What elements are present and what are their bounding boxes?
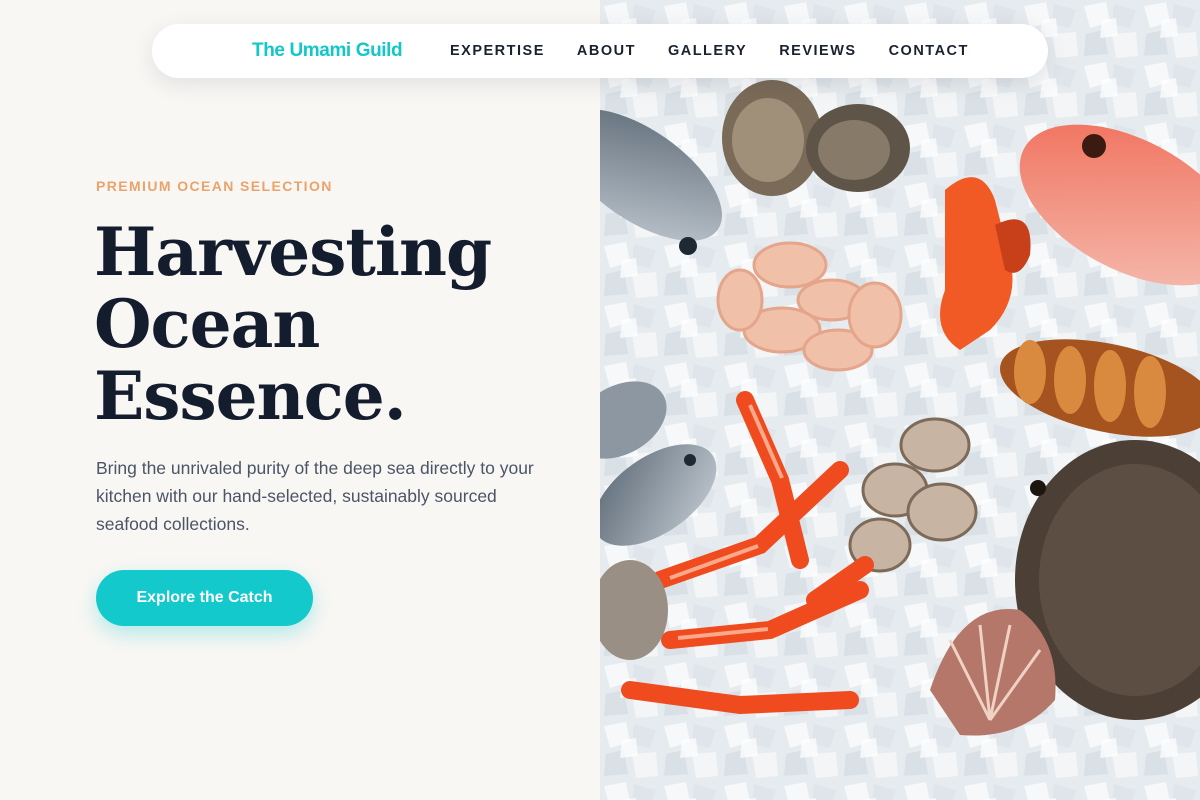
headline-line-1: Harvesting xyxy=(94,213,492,291)
nav-links: EXPERTISE ABOUT GALLERY REVIEWS CONTACT xyxy=(450,24,1001,78)
nav-link-expertise[interactable]: EXPERTISE xyxy=(450,43,545,59)
brand-logo[interactable]: The Umami Guild xyxy=(252,24,403,78)
nav-link-gallery[interactable]: GALLERY xyxy=(668,43,747,59)
top-navigation: The Umami Guild EXPERTISE ABOUT GALLERY … xyxy=(152,24,1048,78)
explore-catch-button[interactable]: Explore the Catch xyxy=(96,570,313,626)
nav-link-contact[interactable]: CONTACT xyxy=(889,43,969,59)
nav-link-about[interactable]: ABOUT xyxy=(577,43,636,59)
headline-line-2: Ocean xyxy=(94,285,320,363)
hero-seafood-image xyxy=(600,0,1200,800)
nav-link-reviews[interactable]: REVIEWS xyxy=(779,43,856,59)
headline-line-3: Essence. xyxy=(94,357,407,435)
hero-description: Bring the unrivaled purity of the deep s… xyxy=(96,458,534,534)
hero-headline: Harvesting Ocean Essence. xyxy=(94,216,574,432)
hero-eyebrow: PREMIUM OCEAN SELECTION xyxy=(96,178,333,194)
